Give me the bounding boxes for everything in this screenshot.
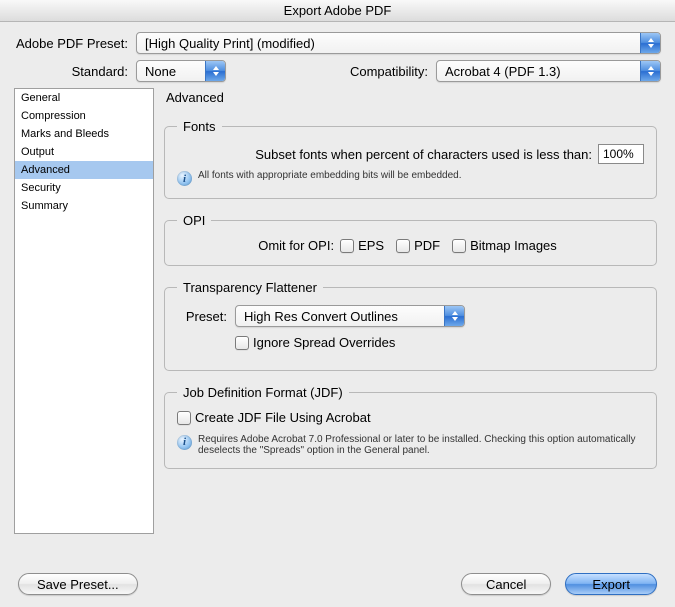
fonts-info-text: All fonts with appropriate embedding bit… xyxy=(198,170,462,181)
save-preset-button[interactable]: Save Preset... xyxy=(18,573,138,595)
jdf-info-text: Requires Adobe Acrobat 7.0 Professional … xyxy=(198,434,644,456)
flattener-preset-select[interactable]: High Res Convert Outlines xyxy=(235,305,465,327)
jdf-legend: Job Definition Format (JDF) xyxy=(177,385,349,400)
create-jdf-label: Create JDF File Using Acrobat xyxy=(195,410,371,425)
updown-icon xyxy=(444,306,464,326)
preset-row: Adobe PDF Preset: [High Quality Print] (… xyxy=(14,32,661,54)
opi-bitmap-checkbox[interactable]: Bitmap Images xyxy=(452,238,557,253)
updown-icon xyxy=(640,33,660,53)
compatibility-label: Compatibility: xyxy=(326,64,436,79)
advanced-panel: Advanced Fonts Subset fonts when percent… xyxy=(164,88,661,534)
preset-select-value: [High Quality Print] (modified) xyxy=(137,36,640,51)
opi-pdf-label: PDF xyxy=(414,238,440,253)
create-jdf-checkbox[interactable]: Create JDF File Using Acrobat xyxy=(177,410,371,425)
ignore-spread-overrides-checkbox[interactable]: Ignore Spread Overrides xyxy=(235,335,395,350)
checkbox-icon xyxy=(452,239,466,253)
info-icon: i xyxy=(177,171,192,186)
sidebar-item-security[interactable]: Security xyxy=(15,179,153,197)
sidebar-item-output[interactable]: Output xyxy=(15,143,153,161)
info-icon: i xyxy=(177,435,192,450)
preset-label: Adobe PDF Preset: xyxy=(14,36,136,51)
fonts-group: Fonts Subset fonts when percent of chara… xyxy=(164,119,657,199)
updown-icon xyxy=(640,61,660,81)
opi-eps-label: EPS xyxy=(358,238,384,253)
sidebar-item-marks-and-bleeds[interactable]: Marks and Bleeds xyxy=(15,125,153,143)
subset-percent-input[interactable] xyxy=(598,144,644,164)
opi-bitmap-label: Bitmap Images xyxy=(470,238,557,253)
checkbox-icon xyxy=(396,239,410,253)
sidebar-item-compression[interactable]: Compression xyxy=(15,107,153,125)
checkbox-icon xyxy=(177,411,191,425)
opi-pdf-checkbox[interactable]: PDF xyxy=(396,238,440,253)
preset-select[interactable]: [High Quality Print] (modified) xyxy=(136,32,661,54)
window-title: Export Adobe PDF xyxy=(0,0,675,22)
standard-label: Standard: xyxy=(14,64,136,79)
sidebar-item-summary[interactable]: Summary xyxy=(15,197,153,215)
ignore-spread-label: Ignore Spread Overrides xyxy=(253,335,395,350)
standard-compat-row: Standard: None Compatibility: Acrobat 4 … xyxy=(14,60,661,82)
standard-select[interactable]: None xyxy=(136,60,226,82)
panel-title: Advanced xyxy=(166,90,661,105)
category-sidebar: General Compression Marks and Bleeds Out… xyxy=(14,88,154,534)
updown-icon xyxy=(205,61,225,81)
export-button[interactable]: Export xyxy=(565,573,657,595)
sidebar-item-advanced[interactable]: Advanced xyxy=(15,161,153,179)
opi-group: OPI Omit for OPI: EPS PDF Bitmap Images xyxy=(164,213,657,266)
compatibility-select-value: Acrobat 4 (PDF 1.3) xyxy=(437,64,640,79)
cancel-button[interactable]: Cancel xyxy=(461,573,551,595)
flattener-preset-label: Preset: xyxy=(177,309,227,324)
fonts-legend: Fonts xyxy=(177,119,222,134)
flattener-preset-value: High Res Convert Outlines xyxy=(236,309,444,324)
subset-label: Subset fonts when percent of characters … xyxy=(255,147,592,162)
checkbox-icon xyxy=(235,336,249,350)
compatibility-select[interactable]: Acrobat 4 (PDF 1.3) xyxy=(436,60,661,82)
sidebar-item-general[interactable]: General xyxy=(15,89,153,107)
opi-legend: OPI xyxy=(177,213,211,228)
transparency-flattener-group: Transparency Flattener Preset: High Res … xyxy=(164,280,657,371)
opi-label: Omit for OPI: xyxy=(258,238,334,253)
flattener-legend: Transparency Flattener xyxy=(177,280,323,295)
checkbox-icon xyxy=(340,239,354,253)
dialog-footer: Save Preset... Cancel Export xyxy=(0,573,675,595)
standard-select-value: None xyxy=(137,64,205,79)
opi-eps-checkbox[interactable]: EPS xyxy=(340,238,384,253)
jdf-group: Job Definition Format (JDF) Create JDF F… xyxy=(164,385,657,469)
